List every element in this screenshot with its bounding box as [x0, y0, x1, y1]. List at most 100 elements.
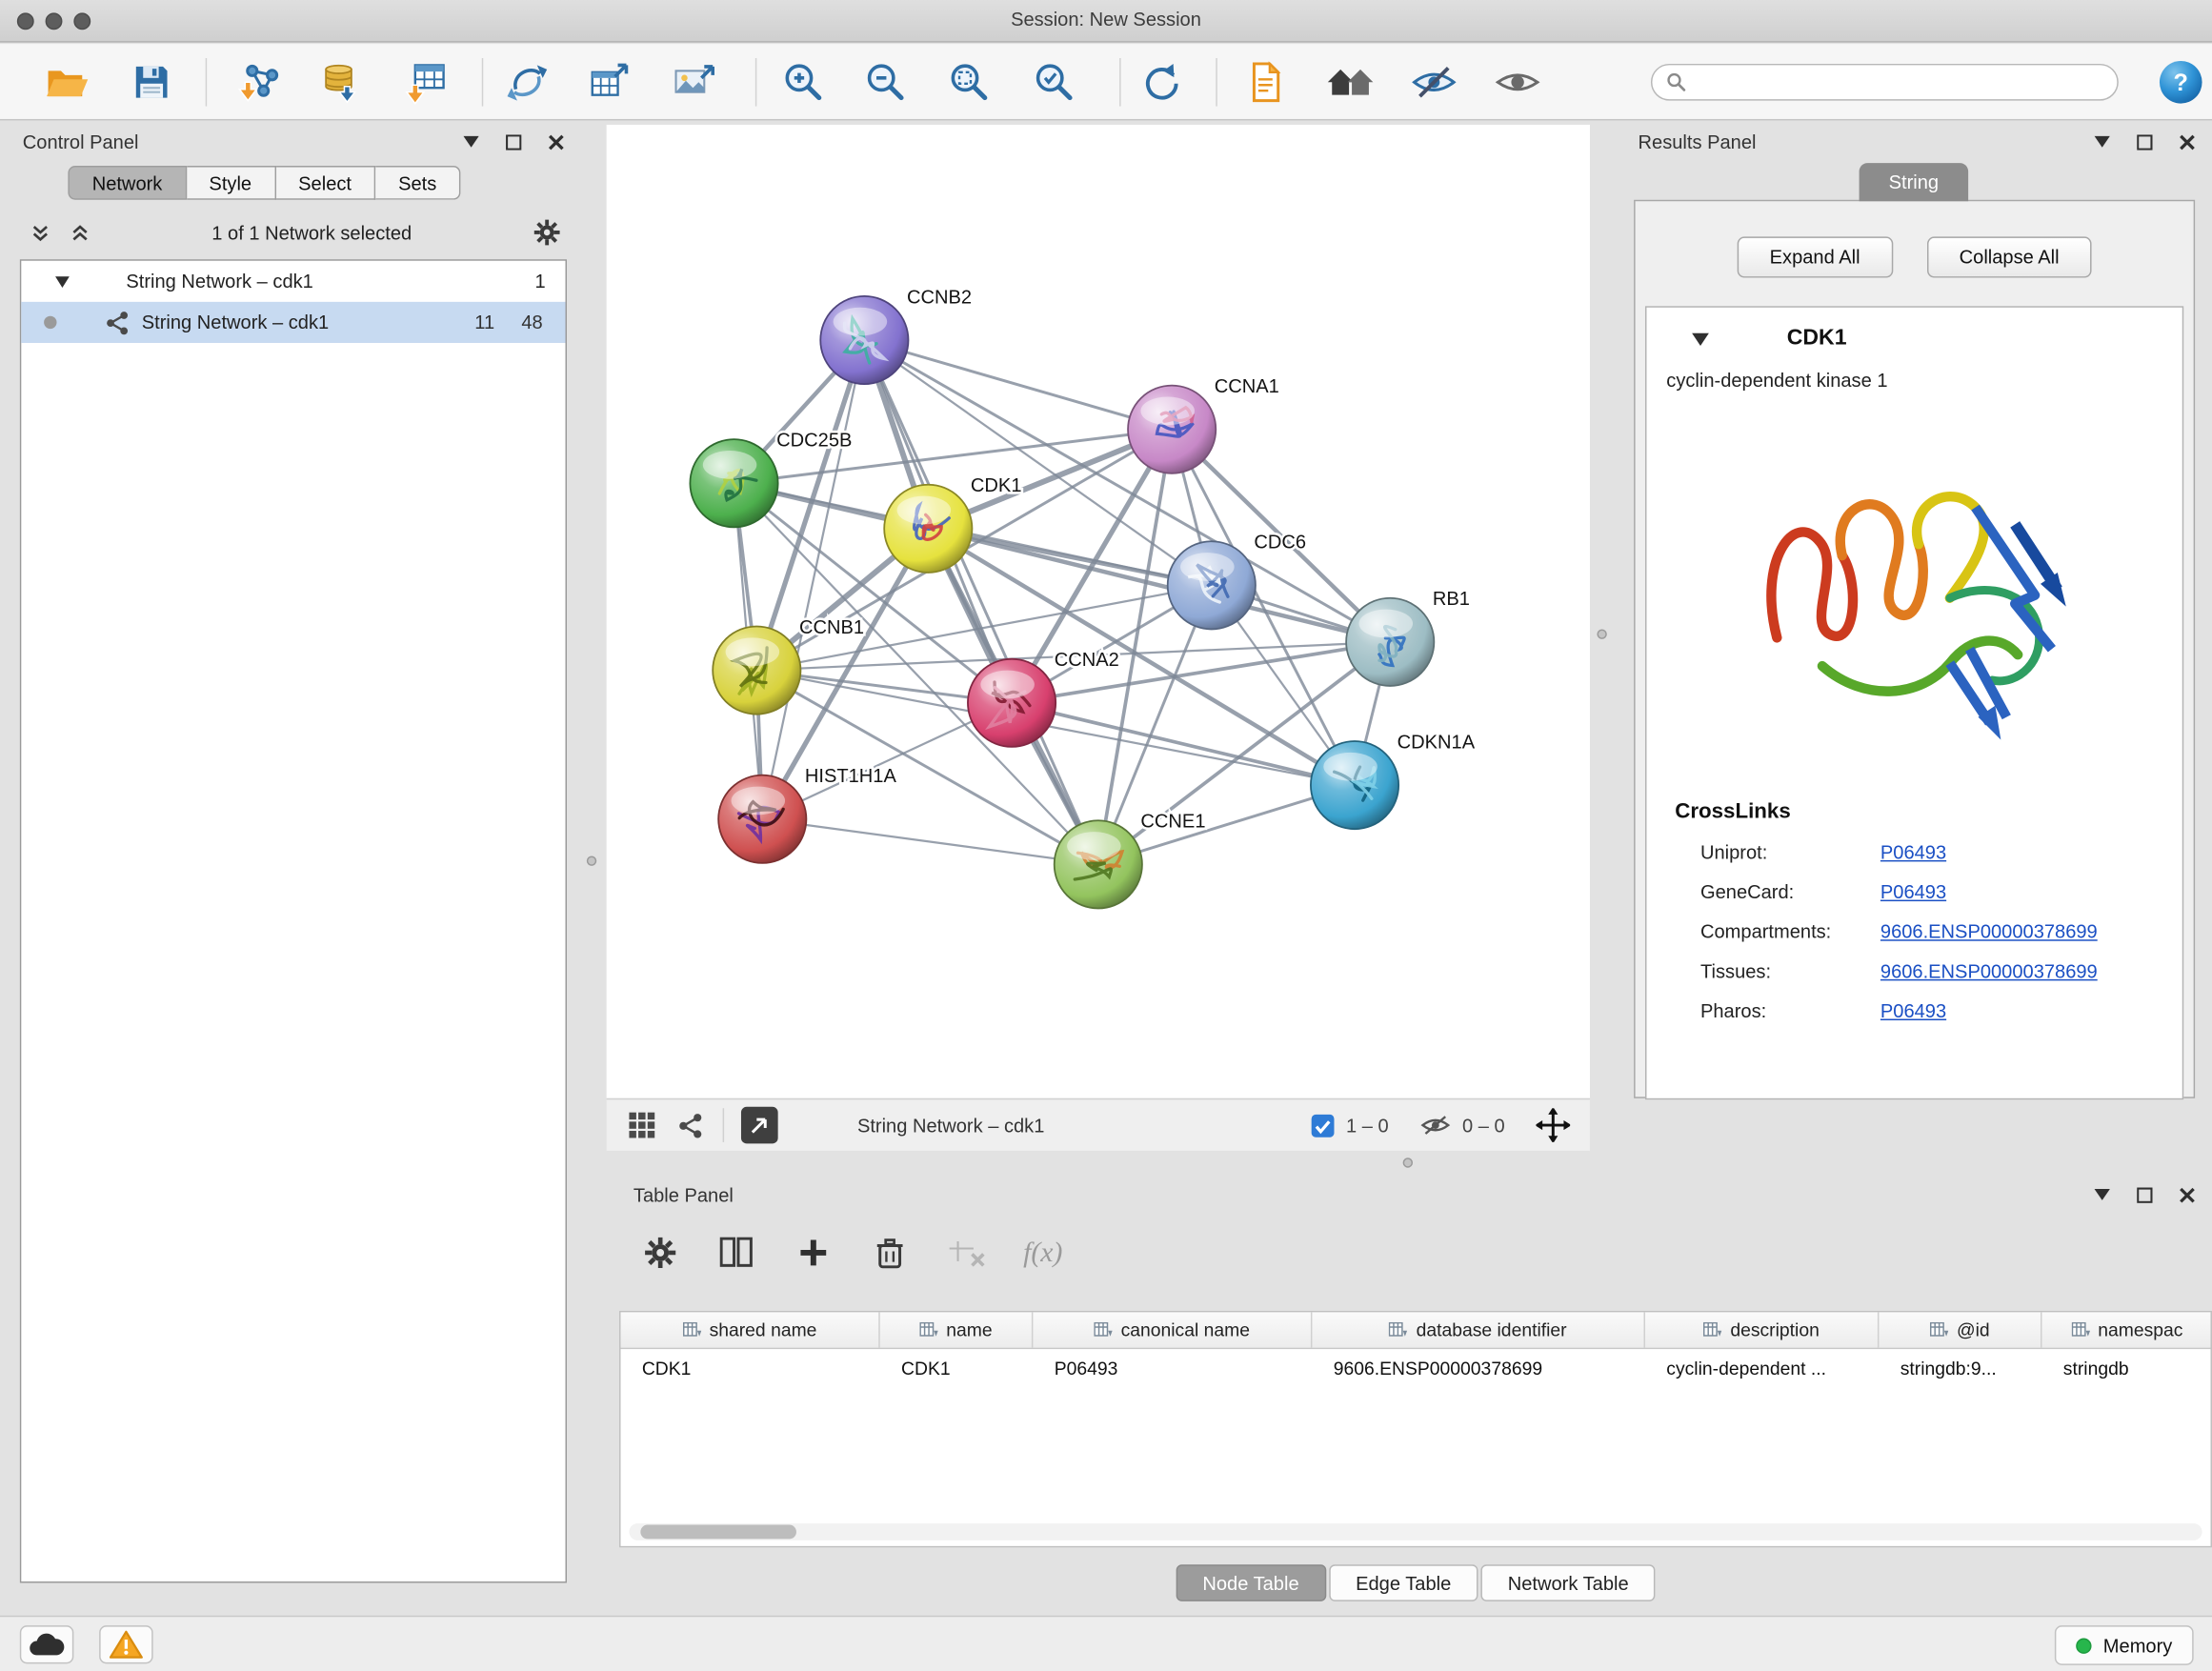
import-table-file-button[interactable]	[402, 57, 451, 106]
show-columns-button[interactable]	[715, 1232, 758, 1275]
memory-button[interactable]: Memory	[2055, 1625, 2193, 1665]
horizontal-scrollbar[interactable]	[629, 1523, 2202, 1540]
network-overview-button[interactable]	[674, 1110, 706, 1141]
zoom-fit-content-button[interactable]	[945, 57, 994, 106]
network-node-ccna1[interactable]: CCNA1	[1128, 376, 1279, 473]
network-collection-row[interactable]: String Network – cdk1 1	[21, 261, 565, 302]
tab-network[interactable]: Network	[68, 166, 186, 200]
column-header--id[interactable]: @id	[1879, 1312, 2041, 1347]
network-node-rb1[interactable]: RB1	[1346, 589, 1470, 686]
protein-section-header[interactable]: CDK1	[1646, 308, 2182, 370]
node-label-hist1h1a: HIST1H1A	[805, 766, 897, 787]
expand-all-button[interactable]: Expand All	[1737, 236, 1892, 277]
float-panel-button[interactable]	[2133, 131, 2156, 153]
export-image-button[interactable]	[671, 57, 719, 106]
network-node-hist1h1a[interactable]: HIST1H1A	[718, 766, 896, 863]
table-row[interactable]: CDK1CDK1P064939606.ENSP00000378699cyclin…	[621, 1349, 2211, 1387]
table-options-button[interactable]	[639, 1232, 682, 1275]
collapse-all-button[interactable]: Collapse All	[1926, 236, 2091, 277]
right-splitter-handle[interactable]	[1597, 629, 1606, 638]
network-canvas[interactable]: CCNB2CCNA1CDC25BCDK1CDC6RB1CCNB1CCNA2CDK…	[607, 125, 1590, 1098]
column-header-database-identifier[interactable]: database identifier	[1312, 1312, 1645, 1347]
results-panel-title: Results Panel	[1639, 131, 1757, 152]
left-splitter-handle[interactable]	[587, 856, 596, 865]
column-header-name[interactable]: name	[880, 1312, 1034, 1347]
edge-count: 48	[509, 312, 543, 332]
network-view[interactable]: CCNB2CCNA1CDC25BCDK1CDC6RB1CCNB1CCNA2CDK…	[607, 125, 1590, 1098]
crosslink-row: GeneCard:P06493	[1646, 881, 2182, 902]
show-graphics-details-button[interactable]	[1494, 57, 1542, 106]
crosslink-link-uniprot[interactable]: P06493	[1880, 842, 1946, 863]
column-header-namespac[interactable]: namespac	[2041, 1312, 2212, 1347]
expand-all-networks-button[interactable]	[68, 221, 90, 244]
close-panel-button[interactable]	[2175, 1183, 2198, 1206]
new-network-selection-button[interactable]	[503, 57, 552, 106]
birds-eye-view-button[interactable]	[626, 1110, 657, 1141]
create-column-button[interactable]	[793, 1232, 835, 1275]
open-session-button[interactable]	[43, 57, 91, 106]
crosslink-link-tissues[interactable]: 9606.ENSP00000378699	[1880, 961, 2098, 982]
tab-network-table[interactable]: Network Table	[1480, 1564, 1655, 1601]
selected-checkbox-icon[interactable]	[1311, 1113, 1335, 1137]
collapse-panel-button[interactable]	[459, 131, 482, 153]
tab-string[interactable]: String	[1860, 163, 1969, 201]
help-button[interactable]: ?	[2157, 57, 2205, 106]
save-session-button[interactable]	[128, 57, 176, 106]
column-header-description[interactable]: description	[1645, 1312, 1879, 1347]
cloud-status-button[interactable]	[20, 1625, 74, 1663]
bottom-splitter-handle[interactable]	[1403, 1158, 1413, 1167]
crosslink-link-genecard[interactable]: P06493	[1880, 881, 1946, 902]
float-panel-button[interactable]	[2133, 1183, 2156, 1206]
zoom-in-button[interactable]	[779, 57, 828, 106]
network-node-cdkn1a[interactable]: CDKN1A	[1311, 732, 1476, 829]
tab-node-table[interactable]: Node Table	[1176, 1564, 1326, 1601]
column-header-canonical-name[interactable]: canonical name	[1033, 1312, 1312, 1347]
search-input[interactable]	[1695, 70, 2102, 91]
delete-table-icon	[948, 1238, 985, 1269]
hide-graphics-details-button[interactable]	[1410, 57, 1458, 106]
float-panel-button[interactable]	[502, 131, 525, 153]
network-edge[interactable]	[1012, 703, 1355, 785]
network-node-ccne1[interactable]: CCNE1	[1055, 812, 1206, 909]
import-network-database-button[interactable]	[314, 57, 363, 106]
zoom-out-button[interactable]	[861, 57, 910, 106]
expander-triangle-icon[interactable]	[55, 275, 70, 287]
network-row-selected[interactable]: String Network – cdk1 11 48	[21, 302, 565, 343]
close-panel-button[interactable]	[544, 131, 567, 153]
grid-icon	[628, 1111, 656, 1139]
collapse-panel-button[interactable]	[2090, 131, 2113, 153]
crosslink-link-pharos[interactable]: P06493	[1880, 1000, 1946, 1021]
crosslink-link-compartments[interactable]: 9606.ENSP00000378699	[1880, 921, 2098, 942]
pan-crosshair-icon[interactable]	[1536, 1108, 1570, 1142]
column-header-shared-name[interactable]: shared name	[621, 1312, 880, 1347]
search-field[interactable]	[1651, 63, 2119, 100]
tab-edge-table[interactable]: Edge Table	[1329, 1564, 1478, 1601]
network-edge[interactable]	[762, 819, 1098, 865]
close-panel-button[interactable]	[2175, 131, 2198, 153]
detach-view-button[interactable]	[741, 1107, 778, 1144]
network-node-ccnb2[interactable]: CCNB2	[820, 287, 972, 384]
collapse-panel-button[interactable]	[2090, 1183, 2113, 1206]
network-edge[interactable]	[864, 340, 1172, 430]
warnings-button[interactable]	[99, 1625, 153, 1663]
tab-select[interactable]: Select	[275, 166, 375, 200]
import-network-file-button[interactable]	[235, 57, 284, 106]
home-button[interactable]	[1323, 57, 1377, 106]
delete-column-button[interactable]	[869, 1232, 912, 1275]
network-edge[interactable]	[762, 340, 864, 819]
scrollbar-thumb[interactable]	[640, 1525, 796, 1540]
network-node-cdk1[interactable]: CDK1	[884, 475, 1021, 573]
hidden-eye-slash-icon[interactable]	[1419, 1114, 1451, 1137]
zoom-selected-button[interactable]	[1030, 57, 1078, 106]
status-bar: Memory	[0, 1616, 2212, 1671]
open-document-button[interactable]	[1241, 57, 1290, 106]
network-node-ccna2[interactable]: CCNA2	[968, 650, 1119, 747]
export-table-button[interactable]	[585, 57, 633, 106]
tab-style[interactable]: Style	[187, 166, 276, 200]
network-options-button[interactable]	[533, 218, 561, 247]
network-edge[interactable]	[864, 340, 1097, 864]
collapse-section-icon[interactable]	[1692, 332, 1709, 345]
collapse-all-networks-button[interactable]	[29, 221, 51, 244]
tab-sets[interactable]: Sets	[375, 166, 460, 200]
apply-layout-button[interactable]	[1136, 57, 1185, 106]
